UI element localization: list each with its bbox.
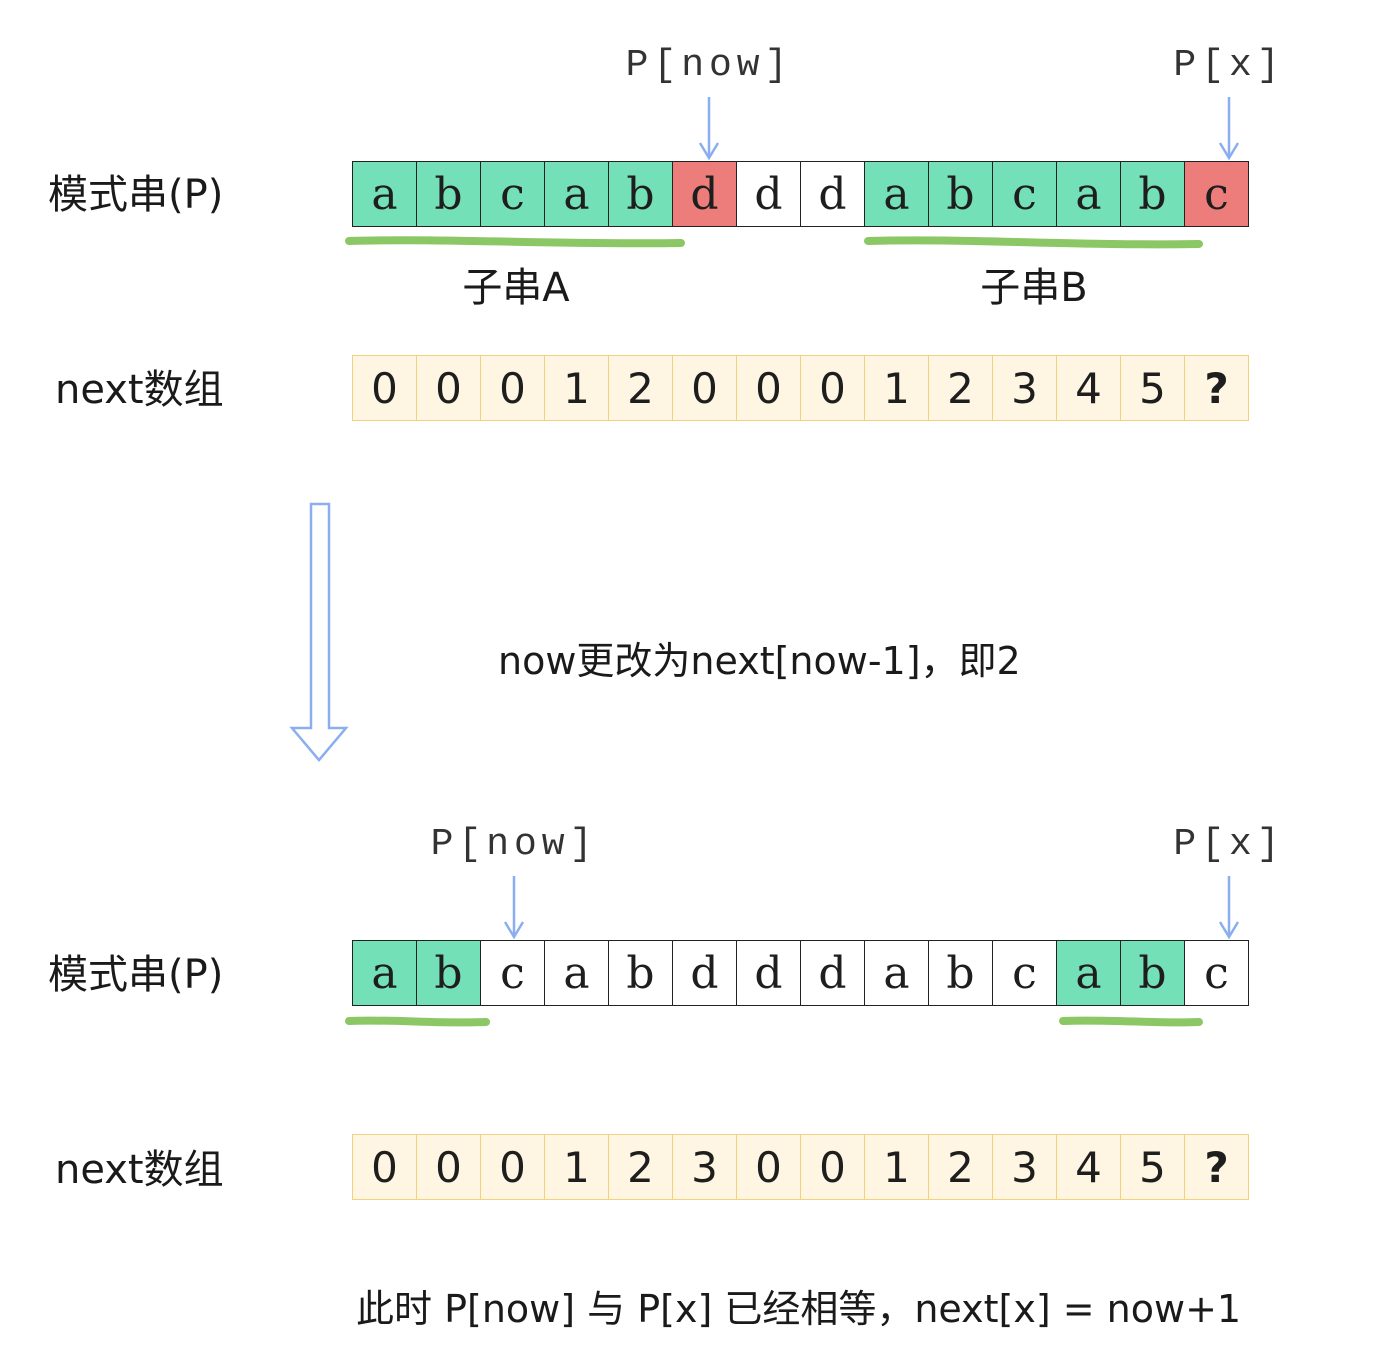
top-pattern-cell: d (672, 161, 737, 227)
top-next-row: 0 0 0 1 2 0 0 0 1 2 3 4 5? (352, 355, 1249, 421)
bottom-prefix-underline (345, 1016, 490, 1027)
top-pattern-cell: a (864, 161, 929, 227)
bottom-next-cell: 3 (992, 1134, 1057, 1200)
bottom-next-cell: 2 (608, 1134, 673, 1200)
bottom-next-cell: 4 (1056, 1134, 1121, 1200)
top-next-cell: 0 (416, 355, 481, 421)
bottom-pointer-now-arrow (503, 876, 525, 940)
top-next-cell: 3 (992, 355, 1057, 421)
bottom-pattern-cell: b (608, 940, 673, 1006)
top-pointer-x-arrow (1218, 97, 1240, 161)
top-next-cell: 5 (1120, 355, 1185, 421)
top-pattern-cell: a (352, 161, 417, 227)
conclusion-text: 此时 P[now] 与 P[x] 已经相等，next[x] = now+1 (356, 1287, 1242, 1331)
bottom-pattern-cell: d (800, 940, 865, 1006)
top-pointer-x-label: P[x] (1173, 44, 1285, 87)
top-next-cell: 2 (608, 355, 673, 421)
top-next-cell: 0 (352, 355, 417, 421)
top-next-cell: ? (1184, 355, 1249, 421)
top-next-label: next数组 (55, 367, 224, 413)
substring-b-label: 子串B (980, 265, 1088, 311)
bottom-next-cell: 0 (352, 1134, 417, 1200)
top-pattern-cell: c (1184, 161, 1249, 227)
substring-a-underline (345, 236, 685, 248)
bottom-pattern-cell: a (864, 940, 929, 1006)
bottom-pattern-cell: a (352, 940, 417, 1006)
top-pattern-cell: b (928, 161, 993, 227)
top-next-cell: 0 (736, 355, 801, 421)
substring-b-underline (864, 236, 1203, 249)
top-next-cell: 0 (800, 355, 865, 421)
bottom-pattern-cell: c (992, 940, 1057, 1006)
bottom-next-cell: 0 (736, 1134, 801, 1200)
top-pointer-now-label: P[now] (625, 44, 793, 87)
top-pattern-cell: b (608, 161, 673, 227)
transition-text: now更改为next[now-1]，即2 (498, 639, 1021, 683)
top-next-cell: 1 (864, 355, 929, 421)
bottom-suffix-underline (1059, 1016, 1203, 1027)
top-next-cell: 1 (544, 355, 609, 421)
bottom-pattern-label: 模式串(P) (48, 952, 224, 998)
top-pattern-cell: d (800, 161, 865, 227)
bottom-next-cell: 1 (544, 1134, 609, 1200)
bottom-pointer-x-label: P[x] (1173, 823, 1285, 866)
bottom-next-cell: ? (1184, 1134, 1249, 1200)
top-pattern-cell: b (416, 161, 481, 227)
top-pointer-now-arrow (698, 97, 720, 161)
bottom-pattern-cell: d (672, 940, 737, 1006)
top-pattern-row: abcabdddabcabc (352, 161, 1249, 227)
bottom-pattern-cell: b (1120, 940, 1185, 1006)
bottom-pointer-x-arrow (1218, 876, 1240, 940)
top-pattern-cell: c (480, 161, 545, 227)
bottom-next-cell: 2 (928, 1134, 993, 1200)
bottom-next-cell: 0 (416, 1134, 481, 1200)
substring-a-label: 子串A (462, 265, 570, 311)
top-pattern-cell: a (544, 161, 609, 227)
bottom-next-cell: 0 (480, 1134, 545, 1200)
bottom-next-cell: 0 (800, 1134, 865, 1200)
top-pattern-cell: b (1120, 161, 1185, 227)
bottom-pattern-cell: b (416, 940, 481, 1006)
top-pattern-cell: c (992, 161, 1057, 227)
bottom-pointer-now-label: P[now] (430, 823, 598, 866)
top-next-cell: 0 (672, 355, 737, 421)
bottom-next-label: next数组 (55, 1147, 224, 1193)
bottom-next-row: 0 0 0 1 2 3 0 0 1 2 3 4 5? (352, 1134, 1249, 1200)
bottom-pattern-cell: c (1184, 940, 1249, 1006)
top-pattern-cell: d (736, 161, 801, 227)
bottom-pattern-cell: a (544, 940, 609, 1006)
bottom-pattern-cell: a (1056, 940, 1121, 1006)
bottom-next-cell: 5 (1120, 1134, 1185, 1200)
bottom-pattern-cell: d (736, 940, 801, 1006)
bottom-next-cell: 3 (672, 1134, 737, 1200)
top-next-cell: 0 (480, 355, 545, 421)
bottom-pattern-cell: c (480, 940, 545, 1006)
top-next-cell: 2 (928, 355, 993, 421)
bottom-pattern-row: abcabdddabcabc (352, 940, 1249, 1006)
transition-down-arrow (289, 502, 349, 762)
top-next-cell: 4 (1056, 355, 1121, 421)
bottom-next-cell: 1 (864, 1134, 929, 1200)
top-pattern-cell: a (1056, 161, 1121, 227)
bottom-pattern-cell: b (928, 940, 993, 1006)
top-pattern-label: 模式串(P) (48, 172, 224, 218)
